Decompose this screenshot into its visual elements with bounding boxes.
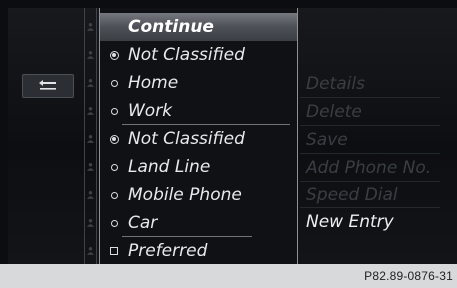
contact-icon [87,51,94,59]
right-menu-separator [300,97,440,98]
contact-icon [87,219,94,227]
right-menu-separator [300,153,440,154]
menu-item-continue[interactable]: Continue [100,13,297,41]
menu-item-label: Home [128,73,179,93]
menu-item-work[interactable]: Work [100,97,297,125]
checkbox-icon [110,247,118,255]
menu-item-label: Continue [128,17,214,37]
right-menu-new-entry[interactable]: New Entry [306,212,394,232]
radio-icon [110,219,118,227]
menu-item-label: Land Line [128,157,211,177]
contact-icon [87,191,94,199]
left-column-divider-inner [96,8,97,264]
menu-item-label: Not Classified [128,45,245,65]
menu-item-not-classified[interactable]: Not Classified [100,41,297,69]
menu-item-label: Car [128,213,158,233]
menu-item-mobile-phone[interactable]: Mobile Phone [100,181,297,209]
menu-item-land-line[interactable]: Land Line [100,153,297,181]
back-arrow-icon [39,80,56,90]
right-menu-separator [300,181,440,182]
back-button[interactable] [22,74,74,98]
display-screen: Continue Not Classified Home Work Not Cl… [8,8,457,264]
right-menu-separator [300,207,440,208]
radio-icon [110,191,118,199]
right-menu-add-phone: Add Phone No. [306,158,432,178]
right-menu-delete: Delete [306,102,362,122]
footer-bar: P82.89-0876-31 [0,264,457,288]
menu-item-home[interactable]: Home [100,69,297,97]
right-menu-speed-dial: Speed Dial [306,185,398,205]
contact-icon [87,163,94,171]
radio-icon [110,79,118,87]
menu-item-label: Preferred [128,241,208,261]
menu-item-label: Not Classified [128,129,245,149]
menu-item-label: Work [128,101,173,121]
contact-icon [87,23,94,31]
figure-code: P82.89-0876-31 [364,269,453,283]
contact-icon [87,247,94,255]
right-menu-details: Details [306,74,365,94]
contact-icon [87,79,94,87]
radio-selected-icon [109,50,119,60]
right-menu-save: Save [306,130,348,150]
menu-item-car[interactable]: Car [100,209,297,237]
classification-menu: Continue Not Classified Home Work Not Cl… [99,8,298,264]
menu-item-preferred[interactable]: Preferred [100,237,297,264]
left-column-divider [84,8,85,264]
right-menu-separator [300,125,440,126]
menu-item-label: Mobile Phone [128,185,242,205]
menu-item-not-classified-phone[interactable]: Not Classified [100,125,297,153]
contact-icon [87,107,94,115]
contact-icon [87,135,94,143]
radio-selected-icon [109,134,119,144]
radio-icon [110,107,118,115]
radio-icon [110,163,118,171]
